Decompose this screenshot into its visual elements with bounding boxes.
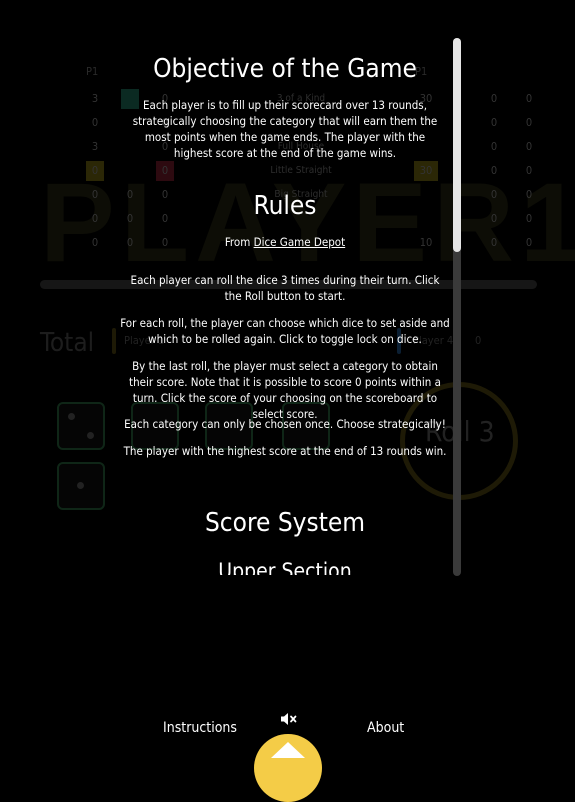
instructions-scrollbar-thumb[interactable] [453, 38, 461, 252]
score-cell[interactable]: 0 [520, 89, 538, 109]
instructions-panel[interactable]: Objective of the Game Each player is to … [100, 40, 460, 575]
scorecard-header-left: P1 [86, 65, 99, 78]
rule-4: Each category can only be chosen once. C… [124, 417, 446, 431]
instructions-link[interactable]: Instructions [163, 720, 237, 736]
chevron-up-icon [271, 742, 305, 758]
score-cell[interactable]: 0 [485, 137, 503, 157]
score-cell[interactable]: 0 [520, 137, 538, 157]
rule-5: The player with the highest score at the… [123, 444, 447, 458]
rule-3: By the last roll, the player must select… [129, 359, 441, 421]
speaker-muted-icon[interactable] [280, 711, 298, 725]
score-cell[interactable]: 0 [485, 161, 503, 181]
score-cell[interactable]: 0 [485, 209, 503, 229]
objective-text: Each player is to fill up their scorecar… [132, 98, 438, 160]
score-system-heading: Score System [204, 508, 366, 538]
about-link[interactable]: About [367, 720, 404, 736]
source-prefix: From [224, 235, 254, 249]
score-cell[interactable]: 0 [520, 185, 538, 205]
die-1[interactable] [57, 402, 105, 450]
score-cell[interactable]: 0 [520, 161, 538, 181]
rules-heading: Rules [253, 191, 317, 221]
rule-1: Each player can roll the dice 3 times du… [130, 273, 440, 303]
score-cell[interactable]: 0 [520, 209, 538, 229]
die-5[interactable] [57, 462, 105, 510]
score-cell[interactable]: 0 [485, 233, 503, 253]
score-cell[interactable]: 0 [485, 89, 503, 109]
upper-section-heading: Upper Section [218, 559, 352, 575]
total-label: Total [40, 328, 95, 358]
objective-heading: Objective of the Game [153, 54, 417, 84]
toggle-panel-button[interactable] [254, 734, 322, 802]
player4-score: 0 [475, 334, 482, 347]
score-cell[interactable]: 0 [485, 113, 503, 133]
rule-2: For each roll, the player can choose whi… [120, 316, 450, 346]
score-cell[interactable]: 0 [520, 233, 538, 253]
score-cell[interactable]: 0 [485, 185, 503, 205]
rules-source: From Dice Game Depot [100, 234, 460, 250]
source-link[interactable]: Dice Game Depot [254, 235, 346, 249]
score-cell[interactable]: 0 [520, 113, 538, 133]
